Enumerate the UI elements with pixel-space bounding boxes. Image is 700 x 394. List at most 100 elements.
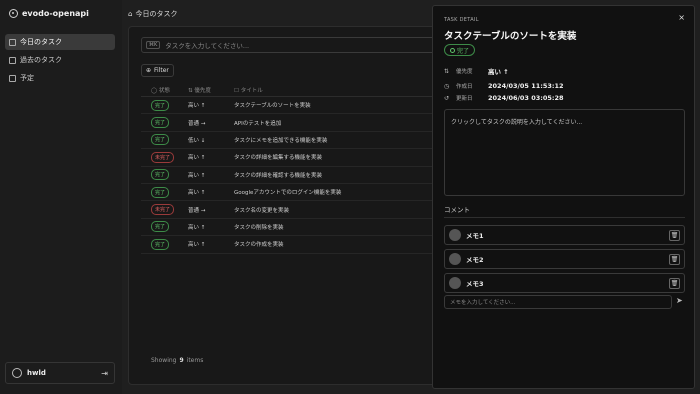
sidebar-item-scheduled[interactable]: 予定: [5, 70, 115, 86]
priority-text: 高い: [188, 224, 200, 231]
filter-label: Filter: [154, 67, 169, 74]
trash-icon[interactable]: 🗑: [669, 253, 680, 265]
status-badge[interactable]: 完了: [151, 134, 170, 146]
priority-text: 普通: [188, 207, 200, 214]
sidebar-item-label: 今日のタスク: [20, 38, 62, 46]
user-menu[interactable]: hwld ⇥: [5, 362, 115, 384]
priority-arrow-icon: ↑: [200, 190, 206, 197]
user-icon: [12, 368, 22, 378]
table-row[interactable]: 完了 高い ↑ Googleアカウントでのログイン機能を実装: [141, 184, 441, 202]
priority-arrow-icon: ↑: [200, 172, 206, 179]
sidebar-nav: 今日のタスク 過去のタスク 予定: [5, 34, 115, 88]
trash-icon[interactable]: 🗑: [669, 229, 680, 241]
description-field[interactable]: クリックしてタスクの説明を入力してください...: [444, 109, 685, 196]
table-header: ◯ 状態 ⇅ 優先度 ☐ タイトル: [141, 83, 441, 97]
page-title: 今日のタスク: [135, 10, 178, 18]
status-badge[interactable]: 完了: [151, 221, 170, 233]
status-badge[interactable]: 完了: [151, 238, 170, 250]
calendar-icon: [9, 38, 16, 46]
sidebar-item-label: 過去のタスク: [20, 56, 62, 64]
status-badge[interactable]: 完了: [151, 117, 170, 129]
breadcrumb: ⌂ 今日のタスク: [128, 9, 177, 19]
task-title-cell: タスクテーブルのソートを実装: [234, 103, 311, 110]
status-badge[interactable]: 完了: [444, 44, 476, 56]
task-title-cell: タスクの作成を実装: [234, 242, 284, 249]
brand[interactable]: evodo-openapi: [9, 9, 89, 18]
comment-item: メモ3 🗑: [444, 273, 685, 293]
logo-icon: [9, 9, 18, 18]
updated-property: ↺ 更新日 2024/06/03 03:05:28: [444, 94, 564, 102]
task-title-cell: Googleアカウントでのログイン機能を実装: [234, 190, 342, 197]
shortcut-hint: ⌘K: [146, 41, 161, 49]
priority-arrow-icon: →: [200, 207, 206, 214]
avatar: [449, 229, 461, 241]
comment-item: メモ2 🗑: [444, 249, 685, 269]
status-badge[interactable]: 完了: [151, 169, 170, 181]
status-badge[interactable]: 完了: [151, 186, 170, 198]
trash-icon[interactable]: 🗑: [669, 277, 680, 289]
history-icon: ↺: [444, 94, 450, 102]
column-title[interactable]: ☐ タイトル: [234, 86, 441, 94]
table-row[interactable]: 未完了 高い ↑ タスクの詳細を編集する機能を実装: [141, 149, 441, 167]
schedule-icon: [9, 74, 16, 82]
priority-arrow-icon: ↑: [200, 155, 206, 162]
avatar: [449, 277, 461, 289]
priority-text: 普通: [188, 120, 200, 127]
home-icon: ⌂: [128, 10, 133, 18]
sidebar-item-label: 予定: [20, 74, 34, 82]
sidebar-item-past[interactable]: 過去のタスク: [5, 52, 115, 68]
table-row[interactable]: 完了 低い ↓ タスクにメモを追加できる機能を実装: [141, 132, 441, 150]
priority-arrow-icon: ↓: [200, 137, 206, 144]
table-row[interactable]: 完了 高い ↑ タスクの作成を実装: [141, 236, 441, 254]
history-icon: [9, 56, 16, 64]
task-title-cell: タスクの削除を実装: [234, 224, 284, 231]
created-value: 2024/03/05 11:53:12: [488, 82, 564, 90]
row-count: Showing 9 items: [151, 357, 204, 364]
drawer-eyebrow: TASK DETAIL: [444, 17, 479, 23]
send-icon[interactable]: ➤: [676, 296, 683, 305]
sidebar-item-today[interactable]: 今日のタスク: [5, 34, 115, 50]
close-icon[interactable]: ×: [678, 13, 685, 22]
priority-arrow-icon: ↑: [200, 103, 206, 110]
avatar: [449, 253, 461, 265]
table-row[interactable]: 完了 高い ↑ タスクの詳細を確認する機能を実装: [141, 167, 441, 184]
priority-arrow-icon: ↑: [200, 242, 206, 249]
comment-input[interactable]: メモを入力してください...: [444, 295, 672, 309]
status-badge[interactable]: 未完了: [151, 204, 175, 216]
task-table: ◯ 状態 ⇅ 優先度 ☐ タイトル 完了 高い ↑ タスクテーブルのソートを実装 完了…: [141, 83, 441, 254]
sort-icon: ⇅: [444, 67, 450, 75]
comments-heading: コメント: [444, 206, 470, 214]
task-title-cell: タスクの詳細を編集する機能を実装: [234, 155, 323, 162]
table-row[interactable]: 未完了 普通 → タスク名の変更を実装: [141, 201, 441, 219]
user-name: hwld: [27, 369, 46, 377]
divider: [444, 217, 685, 218]
priority-arrow-icon: ↑: [200, 224, 206, 231]
logout-icon[interactable]: ⇥: [101, 369, 108, 378]
priority-text: 高い: [188, 103, 200, 110]
priority-arrow-icon: →: [200, 120, 206, 127]
task-detail-drawer: TASK DETAIL × タスクテーブルのソートを実装 完了 ⇅ 優先度 高い…: [432, 5, 695, 389]
task-title[interactable]: タスクテーブルのソートを実装: [444, 28, 576, 42]
task-list-panel: ⌘K タスクを入力してください... ⊕ Filter ◯ 状態 ⇅ 優先度 ☐…: [128, 26, 448, 385]
app-name: evodo-openapi: [22, 9, 89, 18]
priority-value: 高い ↑: [488, 68, 509, 76]
status-badge[interactable]: 未完了: [151, 151, 175, 163]
search-placeholder: タスクを入力してください...: [165, 42, 250, 50]
status-badge[interactable]: 完了: [151, 99, 170, 111]
filter-button[interactable]: ⊕ Filter: [141, 64, 174, 77]
task-title-cell: APIのテストを追加: [234, 120, 282, 127]
priority-text: 低い: [188, 137, 200, 144]
table-row[interactable]: 完了 高い ↑ タスクテーブルのソートを実装: [141, 97, 441, 115]
task-title-cell: タスクにメモを追加できる機能を実装: [234, 137, 328, 144]
column-priority[interactable]: ⇅ 優先度: [188, 86, 234, 94]
priority-text: 高い: [188, 172, 200, 179]
table-body: 完了 高い ↑ タスクテーブルのソートを実装 完了 普通 → APIのテストを追加 完了 低い…: [141, 97, 441, 254]
updated-value: 2024/06/03 03:05:28: [488, 94, 564, 102]
task-title-cell: タスク名の変更を実装: [234, 207, 290, 214]
priority-property[interactable]: ⇅ 優先度 高い ↑: [444, 66, 509, 77]
priority-text: 高い: [188, 190, 200, 197]
column-status[interactable]: ◯ 状態: [141, 86, 188, 94]
task-search-input[interactable]: ⌘K タスクを入力してください...: [141, 37, 441, 53]
table-row[interactable]: 完了 普通 → APIのテストを追加: [141, 114, 441, 132]
table-row[interactable]: 完了 高い ↑ タスクの削除を実装: [141, 219, 441, 237]
